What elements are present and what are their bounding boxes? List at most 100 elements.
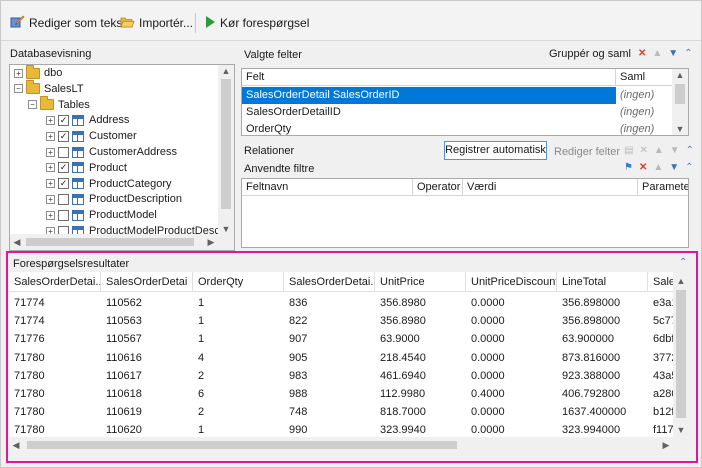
scroll-down-arrow-icon[interactable]: ▼ bbox=[218, 224, 234, 234]
tree-item-address[interactable]: + ✓ Address bbox=[46, 112, 129, 128]
table-checkbox[interactable]: ✓ bbox=[58, 162, 69, 174]
relation-down-icon[interactable]: ▼ bbox=[670, 145, 680, 156]
results-column-header[interactable]: SalesOrderDetai... bbox=[284, 272, 375, 292]
scroll-down-arrow-icon[interactable]: ▼ bbox=[672, 124, 688, 134]
results-column-header[interactable]: SalesOrderDetai bbox=[101, 272, 193, 292]
expand-icon[interactable]: + bbox=[46, 147, 55, 157]
relation-collapse-icon[interactable]: ⌃ bbox=[686, 145, 694, 156]
filter-up-icon[interactable]: ▲ bbox=[653, 162, 663, 173]
tree-item-productdescription[interactable]: + ProductDescription bbox=[46, 191, 182, 207]
filter-collapse-icon[interactable]: ⌃ bbox=[685, 162, 693, 173]
delete-icon[interactable]: ✕ bbox=[638, 48, 646, 59]
filters-column-header[interactable]: Feltnavn bbox=[242, 179, 413, 196]
tree-vertical-scrollbar[interactable]: ▲ ▼ bbox=[218, 65, 234, 235]
collapse-icon[interactable]: ⌃ bbox=[684, 48, 692, 59]
table-checkbox[interactable] bbox=[58, 209, 69, 221]
tree-item-productcategory[interactable]: + ✓ ProductCategory bbox=[46, 176, 172, 192]
filter-down-icon[interactable]: ▼ bbox=[669, 162, 679, 173]
scroll-right-arrow-icon[interactable]: ▶ bbox=[206, 237, 216, 248]
tree-item-productmodel[interactable]: + ProductModel bbox=[46, 207, 157, 223]
results-column-header[interactable]: UnitPriceDiscount bbox=[466, 272, 557, 292]
scroll-up-arrow-icon[interactable]: ▲ bbox=[218, 66, 234, 76]
edit-fields-button[interactable]: Rediger felter bbox=[554, 146, 620, 158]
expand-icon[interactable]: + bbox=[46, 115, 55, 125]
filters-column-header[interactable]: Værdi bbox=[463, 179, 638, 196]
expand-icon[interactable]: + bbox=[46, 163, 55, 173]
folder-icon bbox=[26, 65, 40, 79]
field-name-cell[interactable]: SalesOrderDetail SalesOrderID bbox=[242, 87, 616, 104]
filters-column-header[interactable]: Parameter bbox=[638, 179, 688, 196]
tree-item-saleslt[interactable]: − SalesLT bbox=[14, 80, 84, 97]
filters-column-header[interactable]: Operator bbox=[413, 179, 463, 196]
fields-vertical-scrollbar[interactable]: ▲ ▼ bbox=[672, 69, 688, 135]
expand-icon[interactable]: + bbox=[46, 210, 55, 220]
relation-up-icon[interactable]: ▲ bbox=[654, 145, 664, 156]
move-up-icon[interactable]: ▲ bbox=[652, 48, 662, 59]
aggregate-cell[interactable]: (ingen) bbox=[616, 121, 674, 135]
tree-item-product[interactable]: + ✓ Product bbox=[46, 160, 127, 176]
expand-icon[interactable]: + bbox=[14, 68, 23, 78]
relations-tools: ▤ ✕ ▲ ▼ ⌃ bbox=[624, 145, 694, 156]
table-icon bbox=[72, 209, 84, 221]
results-cell: 461.6940 bbox=[380, 369, 426, 382]
fields-column-header[interactable]: Saml bbox=[616, 69, 674, 86]
fields-column-header[interactable]: Felt bbox=[242, 69, 616, 86]
field-name-cell[interactable]: OrderQty bbox=[242, 121, 616, 135]
selected-fields-grid[interactable]: Felt Saml SalesOrderDetail SalesOrderID (in… bbox=[241, 68, 689, 136]
results-cell: 4 bbox=[198, 351, 205, 364]
fields-scroll-thumb[interactable] bbox=[675, 84, 685, 104]
results-column-header[interactable]: UnitPrice bbox=[375, 272, 466, 292]
results-hscroll-thumb[interactable] bbox=[27, 441, 457, 449]
applied-filters-grid[interactable]: Feltnavn Operator Værdi Parameter bbox=[241, 178, 689, 248]
results-scroll-thumb[interactable] bbox=[676, 290, 686, 418]
table-checkbox[interactable]: ✓ bbox=[58, 178, 69, 190]
tree-item-tables[interactable]: − Tables bbox=[28, 96, 90, 113]
scroll-left-arrow-icon[interactable]: ◀ bbox=[11, 440, 21, 451]
selected-fields-tools: ✕ ▲ ▼ ⌃ bbox=[638, 48, 693, 59]
scroll-left-arrow-icon[interactable]: ◀ bbox=[12, 237, 22, 248]
tree-item-dbo[interactable]: + dbo bbox=[14, 65, 62, 81]
results-column-header[interactable]: OrderQty bbox=[193, 272, 284, 292]
table-checkbox[interactable]: ✓ bbox=[58, 130, 69, 142]
aggregate-cell[interactable]: (ingen) bbox=[616, 87, 674, 104]
collapse-icon[interactable]: − bbox=[14, 84, 23, 94]
expand-icon[interactable]: + bbox=[46, 194, 55, 204]
scroll-up-arrow-icon[interactable]: ▲ bbox=[673, 276, 689, 286]
database-tree[interactable]: + dbo − SalesLT − Tables + ✓ Address + ✓ Customer + C… bbox=[9, 64, 235, 251]
scroll-up-arrow-icon[interactable]: ▲ bbox=[672, 70, 688, 80]
auto-detect-button[interactable]: Registrer automatisk bbox=[444, 141, 547, 160]
scroll-right-arrow-icon[interactable]: ▶ bbox=[661, 440, 671, 451]
relation-edit-icon[interactable]: ▤ bbox=[624, 145, 633, 156]
query-results-grid[interactable]: SalesOrderDetai... SalesOrderDetai OrderQt… bbox=[9, 272, 689, 453]
table-icon bbox=[72, 146, 84, 158]
results-horizontal-scrollbar[interactable]: ◀ ▶ bbox=[9, 437, 673, 453]
table-checkbox[interactable] bbox=[58, 193, 69, 205]
collapse-icon[interactable]: − bbox=[28, 100, 37, 110]
tree-item-customer[interactable]: + ✓ Customer bbox=[46, 128, 137, 144]
table-checkbox[interactable] bbox=[58, 146, 69, 158]
run-query-button[interactable]: Kør forespørgsel bbox=[204, 13, 309, 33]
move-down-icon[interactable]: ▼ bbox=[668, 48, 678, 59]
results-collapse-icon[interactable]: ⌃ bbox=[679, 257, 687, 268]
expand-icon[interactable]: + bbox=[46, 131, 55, 141]
edit-as-text-button[interactable]: Rediger som tekst bbox=[10, 13, 126, 33]
tree-item-customeraddress[interactable]: + CustomerAddress bbox=[46, 144, 177, 160]
group-and-aggregate-label[interactable]: Gruppér og saml bbox=[549, 48, 631, 60]
relation-delete-icon[interactable]: ✕ bbox=[639, 145, 647, 156]
table-checkbox[interactable]: ✓ bbox=[58, 114, 69, 126]
tree-hscroll-thumb[interactable] bbox=[26, 238, 194, 246]
tree-scroll-thumb[interactable] bbox=[221, 79, 231, 209]
scroll-down-arrow-icon[interactable]: ▼ bbox=[673, 425, 689, 435]
tree-horizontal-scrollbar[interactable]: ◀ ▶ bbox=[10, 234, 218, 250]
filter-delete-icon[interactable]: ✕ bbox=[639, 162, 647, 173]
results-cell: 110562 bbox=[106, 297, 142, 309]
add-filter-icon[interactable]: ⚑ bbox=[624, 162, 633, 173]
tree-item-label: CustomerAddress bbox=[89, 146, 178, 158]
field-name-cell[interactable]: SalesOrderDetailID bbox=[242, 104, 616, 121]
aggregate-cell[interactable]: (ingen) bbox=[616, 104, 674, 121]
results-column-header[interactable]: SalesOrderDetai... bbox=[9, 272, 101, 292]
results-vertical-scrollbar[interactable]: ▲ ▼ bbox=[673, 272, 689, 437]
results-column-header[interactable]: LineTotal bbox=[557, 272, 648, 292]
expand-icon[interactable]: + bbox=[46, 179, 55, 189]
import-button[interactable]: Importér... bbox=[120, 13, 193, 33]
